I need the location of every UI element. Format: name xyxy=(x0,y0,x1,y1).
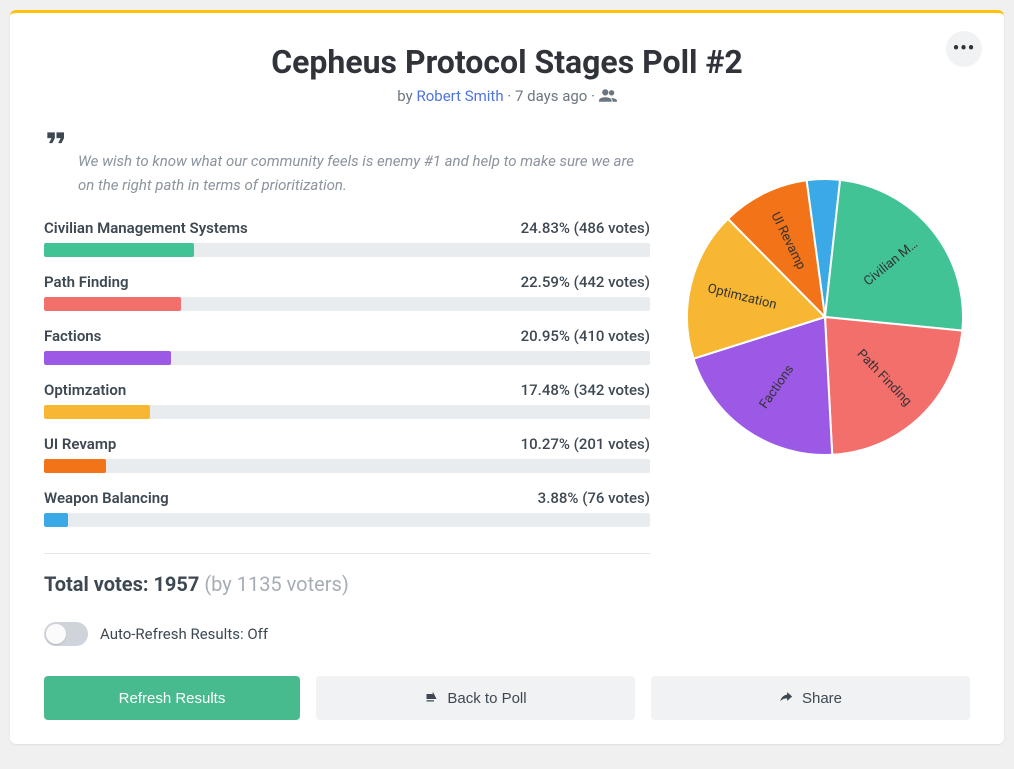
by-text: by xyxy=(397,87,412,105)
back-to-poll-button[interactable]: Back to Poll xyxy=(316,676,635,720)
progress-fill xyxy=(44,297,181,311)
poll-option: Weapon Balancing 3.88% (76 votes) xyxy=(44,489,650,527)
option-label: Path Finding xyxy=(44,273,129,291)
totals-votes: 1957 xyxy=(153,572,199,596)
auto-refresh-label: Auto-Refresh Results: Off xyxy=(100,625,268,643)
refresh-button[interactable]: Refresh Results xyxy=(44,676,300,720)
option-votes: 24.83% (486 votes) xyxy=(521,219,650,237)
separator: · xyxy=(504,87,515,105)
progress-track xyxy=(44,513,650,527)
quote-icon xyxy=(44,129,64,197)
back-label: Back to Poll xyxy=(447,690,526,707)
option-votes: 20.95% (410 votes) xyxy=(521,327,650,345)
poll-title: Cepheus Protocol Stages Poll #2 xyxy=(44,43,970,81)
poll-card: ••• Cepheus Protocol Stages Poll #2 by R… xyxy=(10,10,1004,744)
progress-track xyxy=(44,459,650,473)
share-label: Share xyxy=(802,690,842,707)
pie-chart: Civilian M…Path FindingFactionsOptimzati… xyxy=(685,177,965,457)
poll-byline: by Robert Smith · 7 days ago · xyxy=(44,87,970,105)
results-column: We wish to know what our community feels… xyxy=(44,129,650,646)
ellipsis-icon: ••• xyxy=(953,40,975,58)
author-link[interactable]: Robert Smith xyxy=(416,87,503,105)
separator2: · xyxy=(587,87,598,105)
option-label: Civilian Management Systems xyxy=(44,219,248,237)
chart-column: Civilian M…Path FindingFactionsOptimzati… xyxy=(680,129,970,457)
progress-fill xyxy=(44,243,194,257)
poll-option: Factions 20.95% (410 votes) xyxy=(44,327,650,365)
share-icon xyxy=(779,689,794,708)
toggle-knob xyxy=(46,624,66,644)
option-votes: 3.88% (76 votes) xyxy=(538,489,650,507)
option-votes: 10.27% (201 votes) xyxy=(521,435,650,453)
more-options-button[interactable]: ••• xyxy=(946,31,982,67)
option-label: Optimzation xyxy=(44,381,126,399)
poll-description: We wish to know what our community feels… xyxy=(44,129,650,197)
people-icon xyxy=(599,87,617,105)
divider xyxy=(44,553,650,554)
progress-fill xyxy=(44,405,150,419)
poll-age: 7 days ago xyxy=(515,87,587,105)
poll-option: Optimzation 17.48% (342 votes) xyxy=(44,381,650,419)
back-icon xyxy=(424,689,439,708)
totals-prefix: Total votes: xyxy=(44,572,153,596)
progress-fill xyxy=(44,351,171,365)
progress-track xyxy=(44,243,650,257)
progress-fill xyxy=(44,513,68,527)
poll-option: Path Finding 22.59% (442 votes) xyxy=(44,273,650,311)
option-label: UI Revamp xyxy=(44,435,116,453)
share-button[interactable]: Share xyxy=(651,676,970,720)
totals-line: Total votes: 1957 (by 1135 voters) xyxy=(44,572,650,596)
totals-voters: (by 1135 voters) xyxy=(199,572,348,596)
progress-fill xyxy=(44,459,106,473)
option-votes: 22.59% (442 votes) xyxy=(521,273,650,291)
option-label: Weapon Balancing xyxy=(44,489,169,507)
progress-track xyxy=(44,351,650,365)
poll-option: UI Revamp 10.27% (201 votes) xyxy=(44,435,650,473)
progress-track xyxy=(44,405,650,419)
option-votes: 17.48% (342 votes) xyxy=(521,381,650,399)
option-label: Factions xyxy=(44,327,101,345)
auto-refresh-toggle[interactable] xyxy=(44,622,88,646)
progress-track xyxy=(44,297,650,311)
refresh-label: Refresh Results xyxy=(119,690,226,707)
poll-option: Civilian Management Systems 24.83% (486 v… xyxy=(44,219,650,257)
action-buttons: Refresh Results Back to Poll Share xyxy=(44,676,970,720)
poll-description-text: We wish to know what our community feels… xyxy=(78,129,650,197)
